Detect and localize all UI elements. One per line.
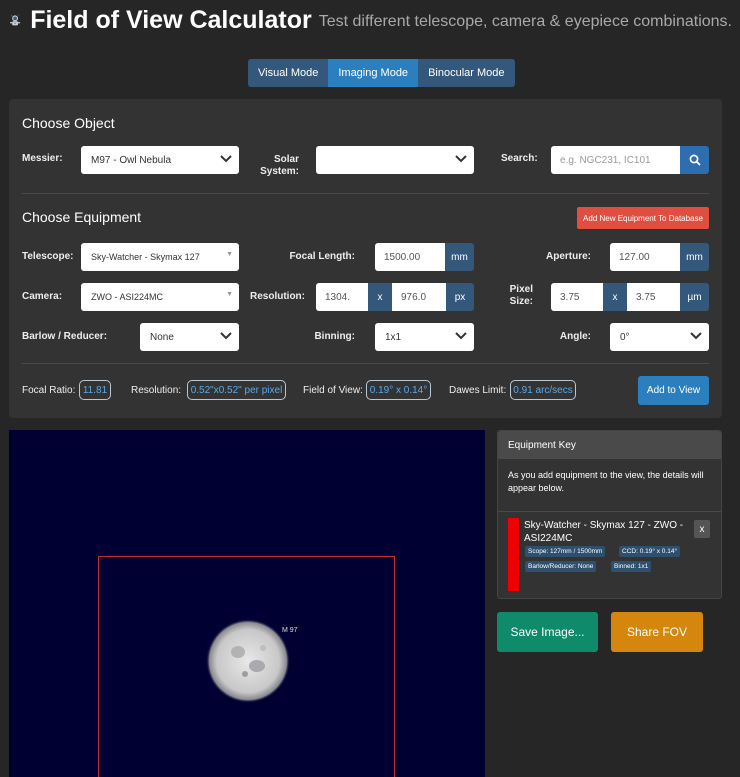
aperture-unit: mm [680,243,709,271]
pixel-height-input[interactable]: 3.75 [627,283,680,311]
aperture-label: Aperture: [545,251,591,262]
dawes-limit-label: Dawes Limit: [449,385,507,396]
fov-value: 0.19° x 0.14° [366,380,431,400]
camera-select-value: ZWO - ASI224MC [91,292,164,302]
barlow-label: Barlow / Reducer: [22,331,108,342]
focal-length-label: Focal Length: [289,251,355,262]
resolution-unit: px [446,283,474,311]
barlow-select-value: None [150,331,174,343]
equipment-key-description: As you add equipment to the view, the de… [508,470,704,493]
caret-down-icon: ▼ [226,291,233,298]
equipment-item-name: Sky-Watcher - Skymax 127 - ZWO - ASI224M… [524,520,684,544]
caret-down-icon: ▼ [226,251,233,258]
binning-label: Binning: [314,331,355,342]
mode-tabs: Visual Mode Imaging Mode Binocular Mode [248,59,515,87]
chevron-down-icon [455,332,467,340]
pixel-separator: x [603,283,627,311]
pixel-unit: µm [680,283,709,311]
app-header: Field of View Calculator Test different … [8,0,732,40]
divider [22,363,709,364]
pixel-width-input[interactable]: 3.75 [551,283,603,311]
pixel-size-label: Pixel Size: [509,284,533,307]
dawes-limit-value: 0.91 arc/secs [510,380,576,400]
share-fov-button[interactable]: Share FOV [611,612,703,652]
add-to-view-button[interactable]: Add to View [638,376,709,405]
binned-tag: Binned: 1x1 [611,561,652,572]
search-icon [689,154,701,166]
resolution-separator: x [368,283,392,311]
divider [498,511,721,512]
resolution-height-input[interactable]: 976.0 [392,283,446,311]
tab-binocular-mode[interactable]: Binocular Mode [418,59,515,87]
solar-system-select[interactable] [316,146,474,174]
chevron-down-icon [455,155,467,163]
owl-nebula-image [206,619,290,703]
angle-select[interactable]: 0° [610,323,709,351]
chevron-down-icon [220,332,232,340]
barlow-select[interactable]: None [140,323,239,351]
binning-select[interactable]: 1x1 [375,323,474,351]
ccd-tag: CCD: 0.19° x 0.14° [619,546,681,557]
object-label: M 97 [282,627,298,634]
telescope-label: Telescope: [22,251,74,262]
tab-imaging-mode[interactable]: Imaging Mode [328,59,419,87]
messier-select[interactable]: M97 - Owl Nebula [81,146,239,174]
focal-ratio-label: Focal Ratio: [22,385,76,396]
remove-equipment-button[interactable]: x [694,520,710,538]
choose-object-heading: Choose Object [22,115,115,131]
search-button[interactable] [680,146,709,174]
telescope-select[interactable]: Sky-Watcher - Skymax 127 ▼ [81,243,239,271]
aperture-input[interactable]: 127.00 [610,243,680,271]
focal-ratio-value: 11.81 [79,380,111,400]
save-image-button[interactable]: Save Image... [497,612,598,652]
add-new-equipment-button[interactable]: Add New Equipment To Database [577,207,709,229]
astronaut-logo-icon [10,14,21,26]
tab-visual-mode[interactable]: Visual Mode [248,59,329,87]
search-input[interactable]: e.g. NGC231, IC101 [551,146,681,174]
equipment-key-title: Equipment Key [498,431,721,459]
angle-select-value: 0° [620,331,630,343]
equipment-color-swatch [508,518,519,591]
chevron-down-icon [220,155,232,163]
resolution-label: Resolution: [250,291,305,302]
messier-label: Messier: [22,153,63,164]
camera-label: Camera: [22,291,63,302]
binning-select-value: 1x1 [385,331,402,343]
equipment-key-panel: Equipment Key As you add equipment to th… [497,430,722,599]
divider [22,193,709,194]
choose-equipment-heading: Choose Equipment [22,209,142,225]
scope-tag: Scope: 127mm / 1500mm [525,546,606,557]
angle-label: Angle: [559,331,591,342]
barlow-tag: Barlow/Reducer: None [525,561,597,572]
solar-system-label: Solar System: [260,154,299,177]
messier-select-value: M97 - Owl Nebula [91,154,172,166]
sky-view-canvas[interactable]: M 97 [9,430,485,777]
result-resolution-label: Resolution: [131,385,182,396]
search-label: Search: [501,153,538,164]
settings-panel: Choose Object Messier: M97 - Owl Nebula … [9,99,722,418]
fov-label: Field of View: [303,385,363,396]
focal-length-input[interactable]: 1500.00 [375,243,445,271]
telescope-select-value: Sky-Watcher - Skymax 127 [91,252,200,262]
chevron-down-icon [690,332,702,340]
focal-length-unit: mm [445,243,474,271]
page-subtitle: Test different telescope, camera & eyepi… [318,13,732,30]
result-resolution-value: 0.52"x0.52" per pixel [187,380,286,400]
resolution-width-input[interactable]: 1304. [316,283,368,311]
page-title: Field of View Calculator [30,5,312,34]
camera-select[interactable]: ZWO - ASI224MC ▼ [81,283,239,311]
